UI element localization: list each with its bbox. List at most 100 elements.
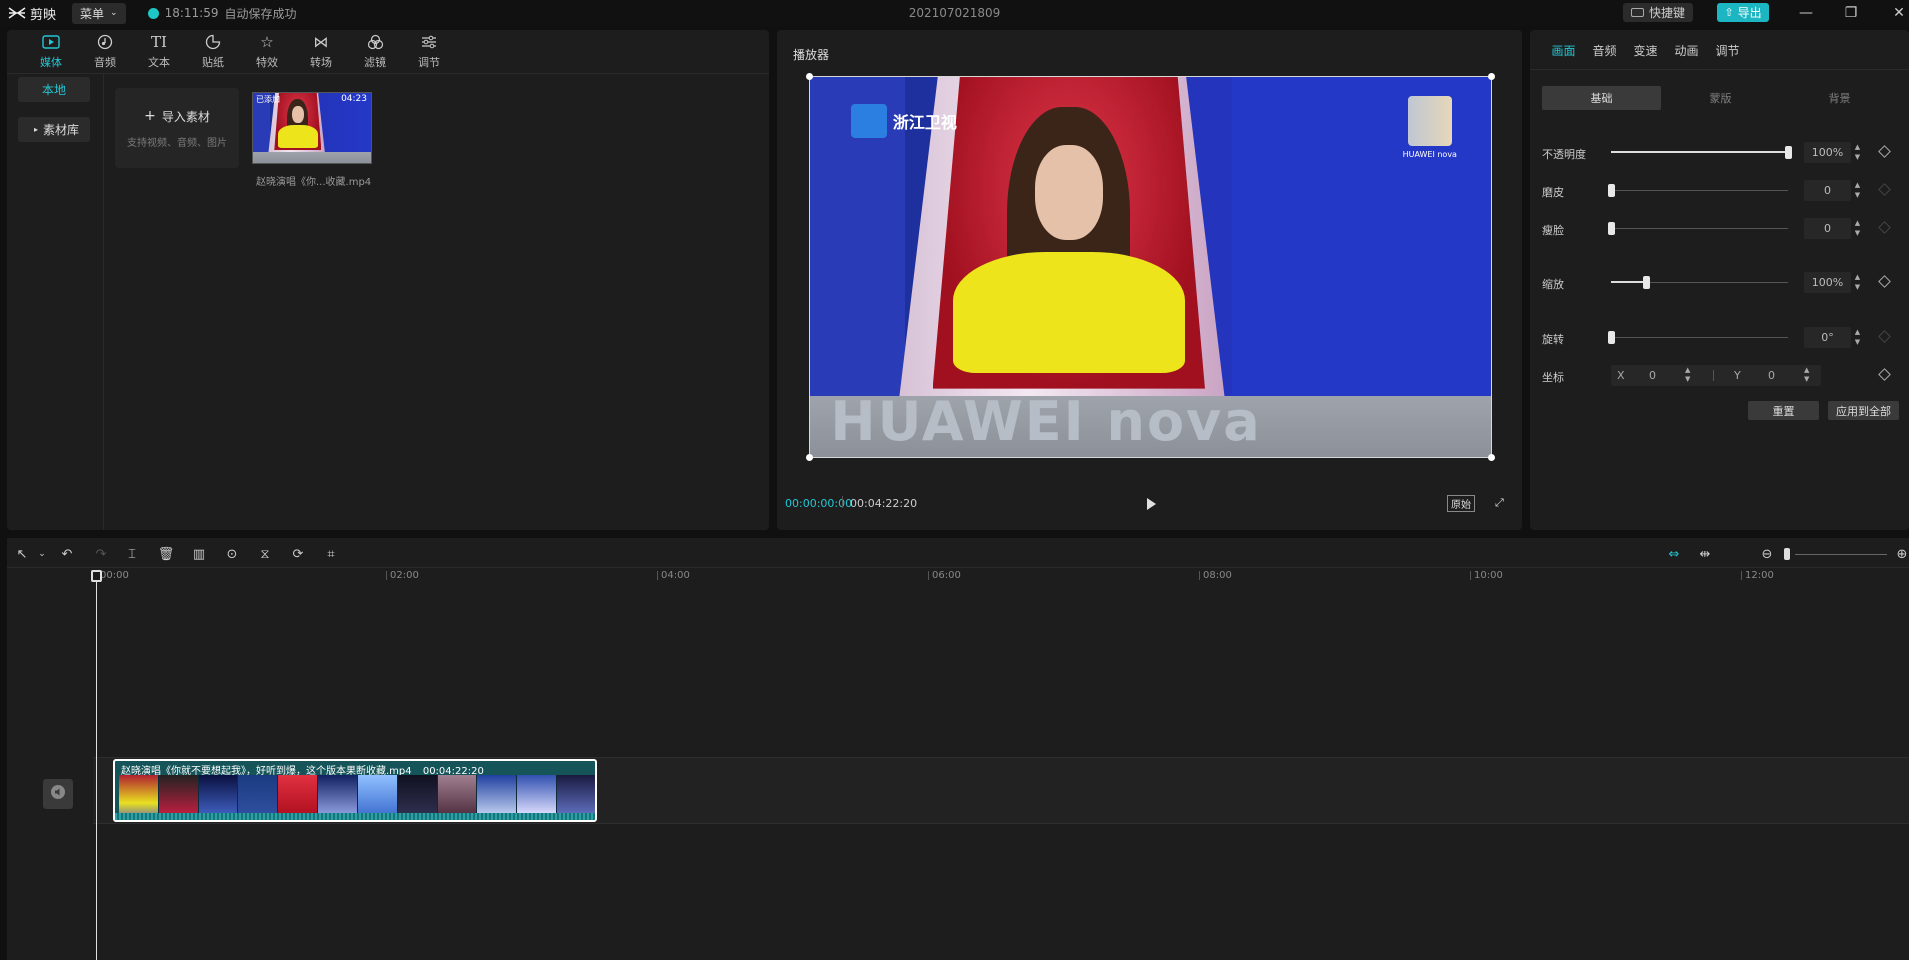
reverse-icon[interactable]: ⊙ [224, 546, 240, 562]
video-preview[interactable]: 浙江卫视 HUAWEI nova HUAWEI nova [806, 73, 1495, 461]
stepper-icon[interactable]: ▲ ▼ [1685, 366, 1690, 384]
media-clip-thumbnail[interactable]: 已添加 04:23 [252, 92, 372, 164]
snap-icon[interactable]: ⇔ [1664, 546, 1684, 562]
resize-handle[interactable] [1488, 454, 1495, 461]
mirror-icon[interactable]: ⧖ [257, 546, 273, 562]
segment-mask[interactable]: 蒙版 [1661, 86, 1780, 110]
title-bar: 剪映 菜单 ⌄ 18:11:59 自动保存成功 202107021809 快捷键… [0, 0, 1909, 26]
undo-icon[interactable]: ↶ [59, 546, 75, 562]
rotate-track[interactable] [1611, 337, 1788, 338]
split-icon[interactable]: ⌶ [124, 546, 140, 562]
rotate-row: 旋转 0° ▲ ▼ [1542, 327, 1899, 349]
tab-speed[interactable]: 变速 [1625, 30, 1666, 70]
opacity-value[interactable]: 100% [1804, 142, 1851, 163]
slim-face-value[interactable]: 0 [1804, 218, 1851, 239]
zoom-slider-track[interactable] [1795, 554, 1887, 555]
stepper-icon[interactable]: ▲ ▼ [1804, 366, 1809, 384]
rotate-icon[interactable]: ⟳ [290, 546, 306, 562]
resize-handle[interactable] [1488, 73, 1495, 80]
clip-frame-strip [119, 775, 595, 815]
y-input[interactable]: 0 [1768, 369, 1775, 382]
zoom-in-icon[interactable]: ⊕ [1894, 546, 1909, 562]
import-media-button[interactable]: + 导入素材 支持视频、音频、图片 [115, 88, 239, 168]
segment-background[interactable]: 背景 [1780, 86, 1899, 110]
shortcut-button[interactable]: 快捷键 [1623, 3, 1694, 22]
smooth-track[interactable] [1611, 190, 1788, 191]
apply-all-button[interactable]: 应用到全部 [1828, 401, 1899, 420]
sidebar-item-label: 素材库 [43, 123, 80, 137]
tab-label: 文本 [148, 56, 170, 69]
tab-media[interactable]: 媒体 [24, 30, 78, 74]
smooth-slider[interactable] [1608, 184, 1615, 197]
playhead-handle[interactable] [91, 570, 102, 582]
media-toolbar: 媒体 音频 TI 文本 贴纸 ☆ 特效 ⋈ 转场 滤镜 调节 [7, 30, 769, 74]
slim-face-track[interactable] [1611, 228, 1788, 229]
keyframe-icon[interactable] [1878, 275, 1891, 288]
resize-handle[interactable] [806, 73, 813, 80]
segment-basic[interactable]: 基础 [1542, 86, 1661, 110]
rotate-slider[interactable] [1608, 331, 1615, 344]
export-button[interactable]: ⇧ 导出 [1717, 3, 1769, 22]
zoom-slider[interactable] [1784, 548, 1790, 560]
sidebar-item-library[interactable]: ▸ 素材库 [18, 117, 90, 142]
keyframe-icon[interactable] [1878, 368, 1891, 381]
app-name: 剪映 [30, 7, 57, 23]
minimize-icon[interactable]: — [1796, 3, 1816, 23]
redo-icon[interactable]: ↷ [93, 546, 109, 562]
x-input[interactable]: 0 [1649, 369, 1656, 382]
stepper-icon[interactable]: ▲ ▼ [1852, 327, 1863, 348]
capcut-logo-icon [8, 7, 26, 19]
frame-thumbnail [397, 775, 438, 815]
stepper-icon[interactable]: ▲ ▼ [1852, 218, 1863, 239]
opacity-fill [1611, 151, 1788, 153]
tab-sticker[interactable]: 贴纸 [186, 30, 240, 74]
tab-adjust[interactable]: 调节 [402, 30, 456, 74]
timeline-video-clip[interactable]: 赵晓演唱《你就不要想起我》，好听到爆，这个版本果断收藏.mp4 00:04:22… [113, 759, 597, 822]
stepper-icon[interactable]: ▲ ▼ [1852, 142, 1863, 163]
freeze-frame-icon[interactable]: ▥ [191, 546, 207, 562]
slim-face-label: 瘦脸 [1542, 224, 1564, 237]
select-tool-icon[interactable]: ↖ [14, 546, 30, 562]
sidebar-item-local[interactable]: 本地 [18, 77, 90, 102]
tick-label: 06:00 [928, 571, 961, 581]
mute-track-button[interactable] [43, 779, 73, 809]
delete-icon[interactable]: 🗑 [158, 546, 175, 562]
slim-face-slider[interactable] [1608, 222, 1615, 235]
aspect-ratio-button[interactable]: 原始 [1447, 495, 1475, 512]
tab-transition[interactable]: ⋈ 转场 [294, 30, 348, 74]
stepper-icon[interactable]: ▲ ▼ [1852, 180, 1863, 201]
tab-picture[interactable]: 画面 [1543, 30, 1584, 70]
keyframe-icon[interactable] [1878, 145, 1891, 158]
opacity-slider[interactable] [1785, 146, 1792, 159]
menu-label: 菜单 [80, 6, 105, 21]
tab-text[interactable]: TI 文本 [132, 30, 186, 74]
tab-animation[interactable]: 动画 [1666, 30, 1707, 70]
scale-slider[interactable] [1643, 276, 1650, 289]
tab-label: 贴纸 [202, 56, 224, 69]
menu-button[interactable]: 菜单 ⌄ [72, 2, 126, 24]
time-ruler[interactable]: 00:00 02:00 04:00 06:00 08:00 10:00 12:0… [7, 568, 1909, 586]
properties-panel: 画面 音频 变速 动画 调节 基础 蒙版 背景 不透明度 100% ▲ ▼ 磨皮 … [1530, 30, 1909, 530]
scale-value[interactable]: 100% [1804, 272, 1851, 293]
rotate-value[interactable]: 0° [1804, 327, 1851, 348]
resize-handle[interactable] [806, 454, 813, 461]
chevron-down-icon[interactable]: ⌄ [34, 546, 50, 562]
stepper-icon[interactable]: ▲ ▼ [1852, 272, 1863, 293]
reset-button[interactable]: 重置 [1748, 401, 1819, 420]
frame-thumbnail [198, 775, 239, 815]
tab-audio[interactable]: 音频 [78, 30, 132, 74]
smooth-value[interactable]: 0 [1804, 180, 1851, 201]
tab-audio[interactable]: 音频 [1584, 30, 1625, 70]
link-icon[interactable]: ⇹ [1697, 546, 1713, 562]
timeline-panel: ↖ ⌄ ↶ ↷ ⌶ 🗑 ▥ ⊙ ⧖ ⟳ ⌗ ⇔ ⇹ ⊖ ⊕ 00:00 02:0… [7, 538, 1909, 960]
restore-icon[interactable]: ❐ [1841, 3, 1861, 23]
position-fields: X 0 ▲ ▼ Y 0 ▲ ▼ [1611, 365, 1821, 386]
tab-filter[interactable]: 滤镜 [348, 30, 402, 74]
zoom-out-icon[interactable]: ⊖ [1759, 546, 1775, 562]
fullscreen-icon[interactable]: ⤢ [1495, 496, 1507, 509]
play-icon[interactable] [1144, 496, 1158, 510]
tab-adjust[interactable]: 调节 [1707, 30, 1748, 70]
close-icon[interactable]: ✕ [1889, 3, 1909, 23]
tab-effects[interactable]: ☆ 特效 [240, 30, 294, 74]
crop-icon[interactable]: ⌗ [323, 546, 339, 562]
